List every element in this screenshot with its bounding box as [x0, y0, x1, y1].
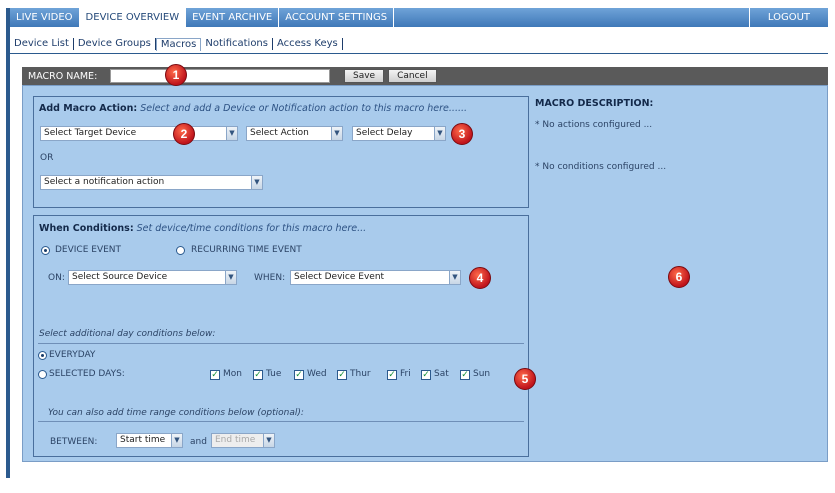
callout-badge-6: 6: [668, 266, 690, 288]
action-value: Select Action: [250, 128, 309, 138]
selected-days-radio[interactable]: [38, 370, 47, 379]
callout-badge-1: 1: [165, 64, 187, 86]
top-navigation: LIVE VIDEO DEVICE OVERVIEW EVENT ARCHIVE…: [10, 8, 828, 27]
description-conditions: * No conditions configured ...: [535, 162, 667, 172]
device-event-label: DEVICE EVENT: [55, 245, 122, 255]
source-device-value: Select Source Device: [72, 272, 168, 282]
subnav-divider: [10, 53, 828, 54]
chevron-down-icon: ▼: [225, 270, 237, 285]
macro-editor-panel: Add Macro Action: Select and add a Devic…: [22, 64, 828, 462]
when-label: WHEN:: [254, 273, 286, 283]
conditions-heading: When Conditions: Set device/time conditi…: [39, 223, 366, 234]
sub-navigation: Device List Device Groups Macros Notific…: [10, 36, 343, 52]
tab-account-settings[interactable]: ACCOUNT SETTINGS: [279, 8, 395, 27]
subtab-access-keys[interactable]: Access Keys: [273, 38, 343, 50]
target-device-value: Select Target Device: [44, 128, 137, 138]
left-border: [6, 8, 10, 478]
day-conditions-hint: Select additional day conditions below:: [39, 329, 216, 339]
between-label: BETWEEN:: [50, 437, 98, 447]
everyday-label: EVERYDAY: [49, 350, 96, 360]
logout-link[interactable]: LOGOUT: [748, 8, 828, 27]
subtab-device-list[interactable]: Device List: [10, 38, 74, 50]
checkbox-wed[interactable]: ✓: [294, 370, 304, 380]
device-event-value: Select Device Event: [294, 272, 385, 282]
macro-name-label: MACRO NAME:: [28, 70, 98, 82]
checkbox-tue[interactable]: ✓: [253, 370, 263, 380]
or-label: OR: [40, 153, 54, 163]
divider: [38, 421, 524, 422]
day-label-sat: Sat: [434, 369, 449, 379]
chevron-down-icon: ▼: [251, 175, 263, 190]
callout-badge-5: 5: [514, 368, 536, 390]
chevron-down-icon: ▼: [331, 126, 343, 141]
checkbox-sun[interactable]: ✓: [460, 370, 470, 380]
end-time-select[interactable]: End time ▼: [211, 433, 275, 448]
subtab-macros[interactable]: Macros: [155, 37, 202, 51]
recurring-time-event-radio[interactable]: [176, 246, 185, 255]
callout-badge-2: 2: [173, 123, 195, 145]
target-device-select[interactable]: Select Target Device ▼: [40, 126, 238, 141]
macro-name-bar: MACRO NAME: Save Cancel: [22, 67, 828, 85]
when-conditions-box: When Conditions: Set device/time conditi…: [33, 215, 529, 457]
time-range-hint: You can also add time range conditions b…: [48, 408, 304, 418]
subtab-notifications[interactable]: Notifications: [201, 38, 273, 50]
app-frame: LIVE VIDEO DEVICE OVERVIEW EVENT ARCHIVE…: [0, 0, 835, 493]
chevron-down-icon: ▼: [434, 126, 446, 141]
checkbox-sat[interactable]: ✓: [421, 370, 431, 380]
action-select[interactable]: Select Action ▼: [246, 126, 343, 141]
start-time-value: Start time: [120, 435, 166, 445]
source-device-select[interactable]: Select Source Device ▼: [68, 270, 237, 285]
tab-device-overview[interactable]: DEVICE OVERVIEW: [79, 8, 187, 27]
conditions-hint: Set device/time conditions for this macr…: [136, 223, 367, 234]
add-macro-action-box: Add Macro Action: Select and add a Devic…: [33, 96, 529, 208]
everyday-radio[interactable]: [38, 351, 47, 360]
day-label-sun: Sun: [473, 369, 491, 379]
chevron-down-icon: ▼: [263, 433, 275, 448]
callout-badge-4: 4: [469, 267, 491, 289]
callout-badge-3: 3: [451, 123, 473, 145]
notification-action-select[interactable]: Select a notification action ▼: [40, 175, 263, 190]
tab-event-archive[interactable]: EVENT ARCHIVE: [186, 8, 280, 27]
save-button[interactable]: Save: [344, 69, 385, 83]
checkbox-mon[interactable]: ✓: [210, 370, 220, 380]
chevron-down-icon: ▼: [171, 433, 183, 448]
description-actions: * No actions configured ...: [535, 120, 653, 130]
add-action-heading: Add Macro Action: Select and add a Devic…: [39, 103, 467, 114]
add-action-hint: Select and add a Device or Notification …: [140, 103, 468, 114]
day-label-wed: Wed: [307, 369, 327, 379]
device-event-radio[interactable]: [41, 246, 50, 255]
recurring-time-event-label: RECURRING TIME EVENT: [191, 245, 302, 255]
macro-name-input[interactable]: [110, 69, 330, 83]
cancel-button[interactable]: Cancel: [388, 69, 437, 83]
end-time-value: End time: [215, 435, 256, 445]
tab-live-video[interactable]: LIVE VIDEO: [10, 8, 80, 27]
notification-action-value: Select a notification action: [44, 177, 165, 187]
subtab-device-groups[interactable]: Device Groups: [74, 38, 156, 50]
day-label-thur: Thur: [350, 369, 371, 379]
day-label-mon: Mon: [223, 369, 242, 379]
delay-value: Select Delay: [356, 128, 413, 138]
add-action-title: Add Macro Action:: [39, 103, 138, 114]
on-label: ON:: [48, 273, 65, 283]
macro-description-title: MACRO DESCRIPTION:: [535, 98, 654, 109]
checkbox-thur[interactable]: ✓: [337, 370, 347, 380]
and-label: and: [190, 437, 207, 447]
checkbox-fri[interactable]: ✓: [387, 370, 397, 380]
divider: [38, 343, 524, 344]
device-event-select[interactable]: Select Device Event ▼: [290, 270, 461, 285]
day-label-fri: Fri: [400, 369, 411, 379]
chevron-down-icon: ▼: [226, 126, 238, 141]
delay-select[interactable]: Select Delay ▼: [352, 126, 446, 141]
chevron-down-icon: ▼: [449, 270, 461, 285]
start-time-select[interactable]: Start time ▼: [116, 433, 183, 448]
conditions-title: When Conditions:: [39, 223, 134, 234]
selected-days-label: SELECTED DAYS:: [49, 369, 125, 379]
day-label-tue: Tue: [266, 369, 282, 379]
